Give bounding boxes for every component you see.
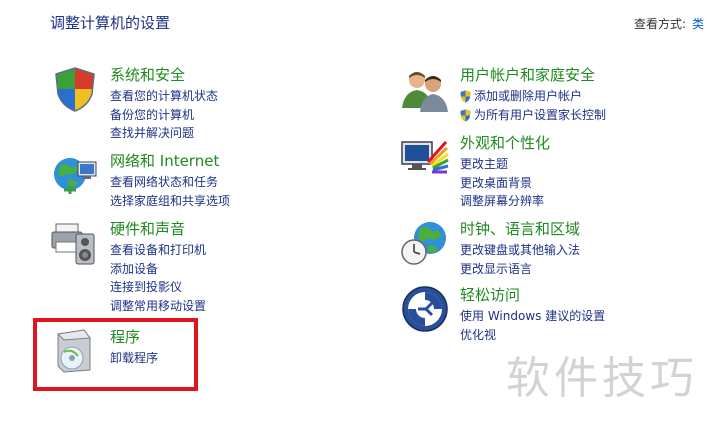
view-by-label: 查看方式: [634,17,687,31]
link-parental-controls-label: 为所有用户设置家长控制 [474,107,607,122]
view-by-dropdown[interactable]: 类 [692,17,704,31]
link-screen-resolution[interactable]: 调整屏幕分辨率 [460,192,544,211]
printer-speaker-icon[interactable] [50,218,100,268]
link-change-background[interactable]: 更改桌面背景 [460,174,544,193]
category-title-ease-of-access[interactable]: 轻松访问 [460,284,520,305]
link-parental-controls[interactable]: 为所有用户设置家长控制 [460,106,606,125]
link-add-remove-accounts-label: 添加或删除用户帐户 [474,89,583,103]
accessibility-icon[interactable] [400,284,450,334]
users-icon[interactable] [400,64,450,114]
link-change-input-method[interactable]: 更改键盘或其他输入法 [460,241,580,260]
link-backup-computer[interactable]: 备份您的计算机 [110,106,218,125]
link-change-display-language[interactable]: 更改显示语言 [460,260,580,279]
link-change-theme[interactable]: 更改主题 [460,155,544,174]
link-view-computer-status[interactable]: 查看您的计算机状态 [110,87,218,106]
link-view-network-status[interactable]: 查看网络状态和任务 [110,173,230,192]
category-title-user-accounts[interactable]: 用户帐户和家庭安全 [460,64,595,85]
page-title: 调整计算机的设置 [50,14,171,32]
category-title-clock-region[interactable]: 时钟、语言和区域 [460,218,580,239]
link-add-device[interactable]: 添加设备 [110,260,206,279]
view-by: 查看方式: 类 [634,15,704,32]
link-recommended-settings[interactable]: 使用 Windows 建议的设置 [460,307,605,326]
link-devices-printers[interactable]: 查看设备和打印机 [110,241,206,260]
link-add-remove-accounts[interactable]: 添加或删除用户帐户 [460,87,606,106]
category-title-hardware-sound[interactable]: 硬件和声音 [110,218,185,239]
uac-shield-icon [460,109,471,121]
monitor-palette-icon[interactable] [400,132,450,182]
network-globe-icon[interactable] [50,150,100,200]
clock-globe-icon[interactable] [400,218,450,268]
category-title-system-security[interactable]: 系统和安全 [110,64,185,85]
link-connect-projector[interactable]: 连接到投影仪 [110,278,206,297]
uac-shield-icon [460,90,471,103]
shield-icon[interactable] [50,64,100,114]
red-highlight-box [33,318,198,391]
link-mobility-settings[interactable]: 调整常用移动设置 [110,297,206,316]
category-title-appearance[interactable]: 外观和个性化 [460,132,550,153]
link-troubleshoot[interactable]: 查找并解决问题 [110,124,218,143]
category-title-network-internet[interactable]: 网络和 Internet [110,150,219,171]
watermark-text: 软件技巧 [506,353,698,404]
link-homegroup-sharing[interactable]: 选择家庭组和共享选项 [110,192,230,211]
